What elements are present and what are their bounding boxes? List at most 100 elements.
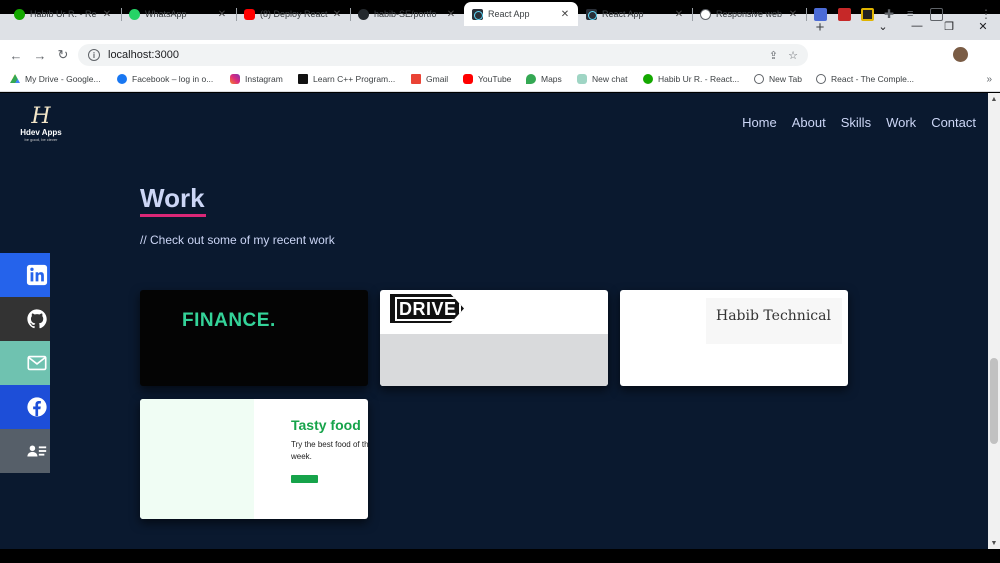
facebook-icon — [117, 74, 127, 84]
tab-title: habib-SE/portfo — [374, 9, 437, 19]
project-image-band — [380, 334, 608, 386]
close-icon[interactable]: ✕ — [332, 9, 342, 20]
nav-link-contact[interactable]: Contact — [931, 115, 976, 130]
forward-button[interactable]: → — [30, 45, 50, 65]
reload-button[interactable]: ↻ — [53, 45, 73, 65]
url-text: localhost:3000 — [108, 49, 179, 61]
social-link-facebook[interactable] — [0, 385, 50, 429]
scroll-thumb[interactable] — [990, 358, 998, 444]
tab-title: React App — [488, 9, 530, 19]
upwork-icon — [643, 74, 653, 84]
page-viewport: H Hdev Apps be good, be clever Home Abou… — [0, 93, 988, 549]
bookmark-item[interactable]: New chat — [577, 74, 627, 84]
github-icon — [358, 8, 369, 20]
logo-name: Hdev Apps — [20, 128, 62, 137]
tab-title: Responsive web — [716, 9, 783, 19]
back-button[interactable]: ← — [6, 45, 26, 65]
bookmark-label: YouTube — [478, 74, 512, 84]
bookmark-label: New chat — [592, 74, 628, 84]
title-underline — [140, 214, 206, 217]
close-icon[interactable]: ✕ — [560, 9, 570, 20]
bookmark-item[interactable]: New Tab — [754, 74, 802, 84]
bookmark-item[interactable]: Learn C++ Program... — [298, 74, 395, 84]
side-panel-icon[interactable] — [930, 8, 943, 21]
bookmark-label: Instagram — [245, 74, 283, 84]
social-link-resume[interactable] — [0, 429, 50, 473]
tab-separator — [806, 8, 807, 21]
browser-tab-5[interactable]: React App ✕ — [578, 2, 692, 26]
browser-tab-2[interactable]: (8) Deploy React ✕ — [236, 2, 350, 26]
bookmark-item[interactable]: Habib Ur R. - React... — [643, 74, 739, 84]
whatsapp-icon — [129, 8, 140, 20]
chat-icon — [577, 74, 587, 84]
extension-icon[interactable] — [861, 8, 874, 21]
bookmark-label: Learn C++ Program... — [313, 74, 396, 84]
address-bar[interactable]: i localhost:3000 ⇪ ☆ — [78, 44, 808, 66]
github-icon — [27, 309, 47, 329]
mail-icon — [27, 355, 47, 371]
browser-tab-0[interactable]: Habib Ur R. - Re ✕ — [6, 2, 120, 26]
bookmark-star-icon[interactable]: ☆ — [788, 49, 798, 62]
resume-icon — [27, 445, 47, 457]
site-info-icon[interactable]: i — [88, 49, 100, 61]
nav-link-work[interactable]: Work — [886, 115, 916, 130]
browser-tab-4-active[interactable]: React App ✕ — [464, 2, 578, 26]
nav-link-skills[interactable]: Skills — [841, 115, 871, 130]
gmail-icon — [411, 74, 421, 84]
bookmark-item[interactable]: React - The Comple... — [816, 74, 914, 84]
browser-tab-6[interactable]: Responsive web ✕ — [692, 2, 806, 26]
page-scrollbar[interactable]: ▲ ▼ — [988, 93, 1000, 549]
bookmark-label: New Tab — [769, 74, 802, 84]
bookmark-label: Gmail — [426, 74, 449, 84]
code-icon — [298, 74, 308, 84]
puzzle-icon[interactable]: ✚ — [884, 8, 897, 21]
close-icon[interactable]: ✕ — [102, 9, 112, 20]
bookmarks-overflow-button[interactable]: » — [986, 74, 992, 85]
avatar[interactable] — [953, 47, 968, 62]
bookmark-item[interactable]: YouTube — [463, 74, 511, 84]
browser-tab-1[interactable]: WhatsApp ✕ — [121, 2, 235, 26]
globe-icon — [754, 74, 764, 84]
reading-list-icon[interactable]: ≡ — [907, 8, 920, 21]
bookmark-item[interactable]: My Drive - Google... — [10, 74, 101, 84]
close-icon[interactable]: ✕ — [788, 9, 798, 20]
project-card-finance[interactable]: FINANCE. — [140, 290, 368, 386]
browser-tab-3[interactable]: habib-SE/portfo ✕ — [350, 2, 464, 26]
instagram-icon — [230, 74, 240, 84]
translate-extension-icon[interactable] — [814, 8, 827, 21]
scroll-down-icon[interactable]: ▼ — [988, 537, 1000, 549]
nav-link-home[interactable]: Home — [742, 115, 777, 130]
nav-link-about[interactable]: About — [792, 115, 826, 130]
bookmark-label: Habib Ur R. - React... — [658, 74, 740, 84]
close-icon[interactable]: ✕ — [217, 9, 227, 20]
close-icon[interactable]: ✕ — [446, 9, 456, 20]
project-card-drive[interactable]: DRIVE — [380, 290, 608, 386]
social-link-github[interactable] — [0, 297, 50, 341]
screen: Habib Ur R. - Re ✕ WhatsApp ✕ (8) Deploy… — [0, 0, 1000, 563]
bookmark-item[interactable]: Facebook – log in o... — [117, 74, 213, 84]
bookmark-item[interactable]: Gmail — [411, 74, 448, 84]
bookmark-item[interactable]: Maps — [526, 74, 562, 84]
drive-icon — [10, 74, 20, 83]
close-icon[interactable]: ✕ — [674, 9, 684, 20]
menu-kebab-icon[interactable]: ⋮ — [980, 8, 993, 21]
project-image-panel — [140, 399, 254, 519]
project-card-tasty-food[interactable]: Tasty food Try the best food of the week… — [140, 399, 368, 519]
extension-icon[interactable] — [838, 8, 851, 21]
social-link-linkedin[interactable] — [0, 253, 50, 297]
bookmark-item[interactable]: Instagram — [230, 74, 283, 84]
share-icon[interactable]: ⇪ — [769, 49, 778, 62]
bookmark-label: Facebook – log in o... — [132, 74, 214, 84]
youtube-icon — [463, 74, 473, 84]
project-image-text: DRIVE — [395, 296, 461, 321]
tab-title: (8) Deploy React — [260, 9, 328, 19]
logo[interactable]: H Hdev Apps be good, be clever — [18, 105, 64, 145]
scroll-up-icon[interactable]: ▲ — [988, 93, 1000, 105]
globe-icon — [700, 8, 711, 20]
tab-title: Habib Ur R. - Re — [30, 9, 97, 19]
bottom-letterbox — [0, 549, 1000, 563]
project-image-text: Tasty food — [291, 417, 361, 433]
project-card-habib-technical[interactable]: Habib Technical — [620, 290, 848, 386]
logo-tagline: be good, be clever — [24, 137, 58, 142]
social-link-email[interactable] — [0, 341, 50, 385]
